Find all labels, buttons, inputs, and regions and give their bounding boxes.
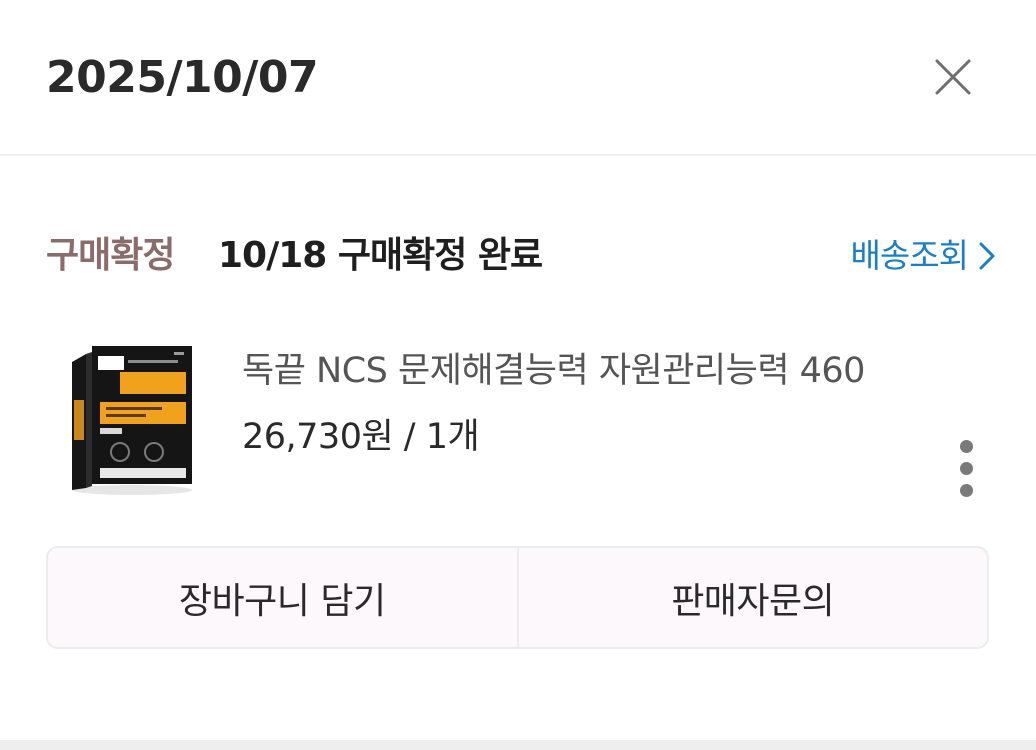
order-header: 2025/10/07: [0, 0, 1036, 156]
product-thumbnail[interactable]: [70, 340, 196, 498]
product-price: 26,730원 / 1개: [242, 417, 480, 457]
status-label: 구매확정: [46, 235, 175, 276]
more-vertical-icon: [959, 440, 973, 453]
close-icon: [935, 59, 971, 95]
more-vertical-icon-dot: [959, 484, 973, 497]
product-item: 독끝 NCS 문제해결능력 자원관리능력 460 26,730원 / 1개: [46, 330, 996, 510]
product-name[interactable]: 독끝 NCS 문제해결능력 자원관리능력 460: [242, 348, 865, 394]
seller-inquiry-button[interactable]: 판매자문의: [516, 548, 988, 647]
more-vertical-icon-dot: [959, 462, 973, 475]
status-text: 10/18 구매확정 완료: [218, 235, 543, 276]
chevron-right-icon: [979, 242, 995, 270]
more-options-button[interactable]: [954, 440, 978, 500]
close-button[interactable]: [932, 56, 974, 98]
section-divider: [0, 740, 1036, 750]
add-to-cart-button[interactable]: 장바구니 담기: [48, 548, 517, 647]
order-date-title: 2025/10/07: [46, 52, 319, 103]
order-actions: 장바구니 담기 판매자문의: [46, 546, 989, 649]
order-status-row: 구매확정 10/18 구매확정 완료 배송조회: [46, 226, 996, 286]
book-cover-image: [72, 346, 192, 495]
tracking-label: 배송조회: [850, 236, 969, 275]
tracking-link[interactable]: 배송조회: [851, 234, 996, 278]
